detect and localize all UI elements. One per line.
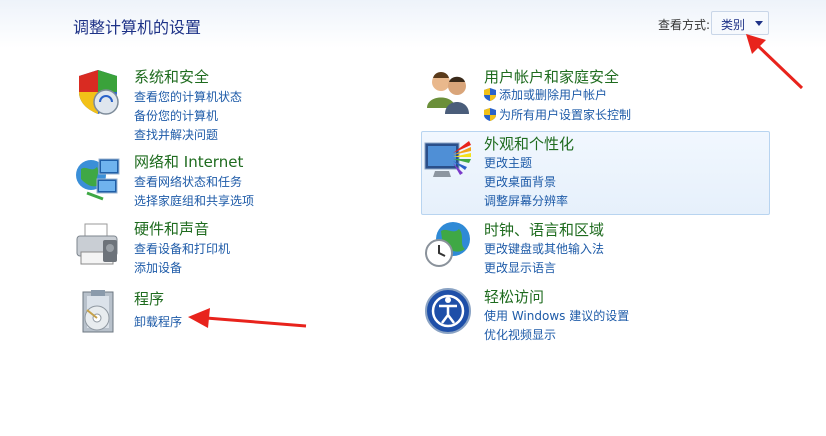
ease-of-access-icon xyxy=(425,288,471,334)
link-change-keyboard-input[interactable]: 更改键盘或其他输入法 xyxy=(484,240,604,257)
category-clock-language-region: 时钟、语言和区域 更改键盘或其他输入法 更改显示语言 xyxy=(423,219,763,279)
link-view-computer-status[interactable]: 查看您的计算机状态 xyxy=(134,88,242,105)
link-uninstall-program[interactable]: 卸载程序 xyxy=(134,313,182,330)
link-adjust-resolution[interactable]: 调整屏幕分辨率 xyxy=(484,192,568,209)
link-add-remove-accounts[interactable]: 添加或删除用户帐户 xyxy=(484,86,607,103)
link-change-desktop-background[interactable]: 更改桌面背景 xyxy=(484,173,556,190)
link-parental-controls[interactable]: 为所有用户设置家长控制 xyxy=(484,106,631,123)
link-troubleshoot[interactable]: 查找并解决问题 xyxy=(134,126,218,143)
link-label: 添加或删除用户帐户 xyxy=(499,88,608,102)
category-ease-of-access: 轻松访问 使用 Windows 建议的设置 优化视频显示 xyxy=(423,286,763,346)
uac-shield-icon xyxy=(484,88,496,101)
link-backup-computer[interactable]: 备份您的计算机 xyxy=(134,107,218,124)
page-title: 调整计算机的设置 xyxy=(73,18,202,37)
category-network-internet: 网络和 Internet 查看网络状态和任务 选择家庭组和共享选项 xyxy=(73,151,373,211)
link-view-network-status[interactable]: 查看网络状态和任务 xyxy=(134,173,242,190)
programs-icon xyxy=(82,290,114,333)
clock-globe-icon xyxy=(425,222,470,267)
printer-icon xyxy=(76,223,118,265)
link-label: 为所有用户设置家长控制 xyxy=(499,108,632,122)
category-title[interactable]: 程序 xyxy=(134,288,164,309)
category-hardware-sound: 硬件和声音 查看设备和打印机 添加设备 xyxy=(73,218,373,278)
view-by-label: 查看方式: xyxy=(658,18,711,32)
annotation-arrow xyxy=(188,308,307,328)
category-user-accounts: 用户帐户和家庭安全 添加或删除用户帐户 为所有用户设置家长控制 xyxy=(423,66,763,126)
category-title[interactable]: 时钟、语言和区域 xyxy=(484,219,604,240)
link-devices-printers[interactable]: 查看设备和打印机 xyxy=(134,240,230,257)
category-system-security: 系统和安全 查看您的计算机状态 备份您的计算机 查找并解决问题 xyxy=(73,66,373,143)
annotation-arrow xyxy=(746,34,804,90)
users-icon xyxy=(427,72,469,114)
chevron-down-icon xyxy=(755,21,763,26)
link-change-display-language[interactable]: 更改显示语言 xyxy=(484,259,556,276)
link-homegroup-sharing[interactable]: 选择家庭组和共享选项 xyxy=(134,192,254,209)
category-title[interactable]: 外观和个性化 xyxy=(484,133,574,154)
category-title[interactable]: 系统和安全 xyxy=(134,66,209,87)
shield-icon xyxy=(79,70,119,115)
category-title[interactable]: 硬件和声音 xyxy=(134,218,209,239)
link-optimize-video-display[interactable]: 优化视频显示 xyxy=(484,326,556,343)
uac-shield-icon xyxy=(484,108,496,121)
appearance-icon xyxy=(424,141,471,177)
category-appearance: 外观和个性化 更改主题 更改桌面背景 调整屏幕分辨率 xyxy=(423,133,763,208)
network-icon xyxy=(76,158,120,201)
category-title[interactable]: 轻松访问 xyxy=(484,286,544,307)
category-title[interactable]: 网络和 Internet xyxy=(134,151,243,172)
category-title[interactable]: 用户帐户和家庭安全 xyxy=(484,66,619,87)
link-change-theme[interactable]: 更改主题 xyxy=(484,154,532,171)
link-add-device[interactable]: 添加设备 xyxy=(134,259,182,276)
link-windows-recommended-settings[interactable]: 使用 Windows 建议的设置 xyxy=(484,307,629,324)
